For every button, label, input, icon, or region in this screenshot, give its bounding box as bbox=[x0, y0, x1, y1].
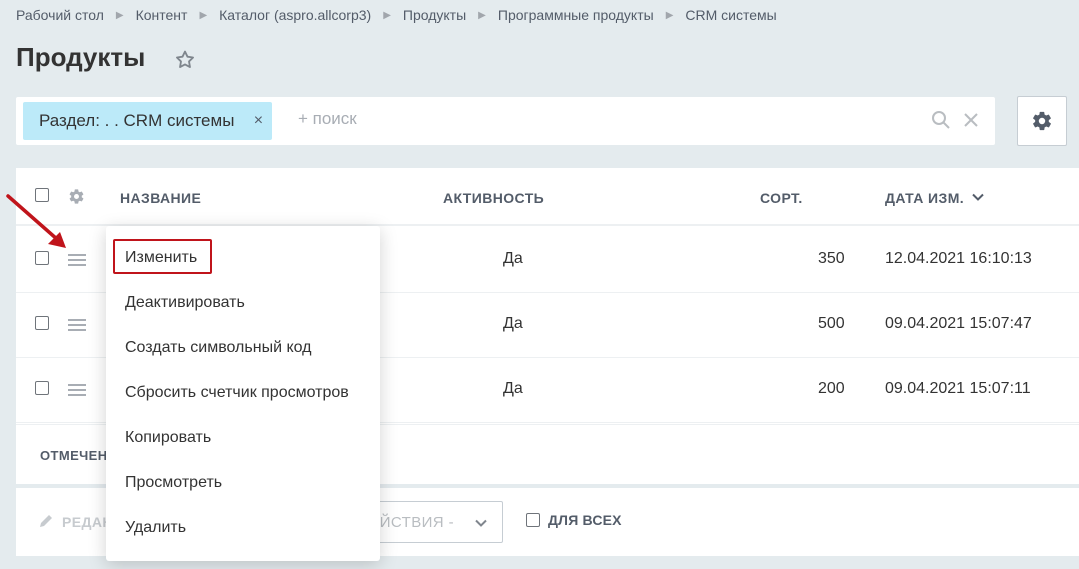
row-active: Да bbox=[503, 250, 523, 267]
row-context-menu: Изменить Деактивировать Создать символьн… bbox=[106, 226, 380, 561]
breadcrumb-separator-icon: ▶ bbox=[115, 9, 124, 21]
filter-chip-label: Раздел: . . CRM системы bbox=[39, 111, 235, 130]
menu-item-copy[interactable]: Копировать bbox=[125, 429, 211, 447]
chevron-down-icon bbox=[475, 519, 487, 527]
breadcrumb-item[interactable]: Продукты bbox=[403, 7, 466, 23]
breadcrumb-separator-icon: ▶ bbox=[665, 9, 674, 21]
menu-item-delete[interactable]: Удалить bbox=[125, 519, 186, 537]
edit-action-button[interactable]: РЕДАК bbox=[62, 514, 111, 530]
column-header-name[interactable]: НАЗВАНИЕ bbox=[120, 190, 201, 206]
breadcrumb-item[interactable]: CRM системы bbox=[685, 7, 776, 23]
for-all-toggle[interactable]: ДЛЯ ВСЕХ bbox=[526, 512, 622, 528]
row-sort: 200 bbox=[818, 380, 845, 397]
row-sort: 350 bbox=[818, 250, 845, 267]
menu-item-edit[interactable]: Изменить bbox=[125, 249, 197, 267]
breadcrumb-item[interactable]: Рабочий стол bbox=[16, 7, 104, 23]
menu-item-create-code[interactable]: Создать символьный код bbox=[125, 339, 312, 357]
breadcrumb-item[interactable]: Каталог (aspro.allcorp3) bbox=[219, 7, 371, 23]
row-date: 12.04.2021 16:10:13 bbox=[885, 250, 1032, 267]
menu-icon[interactable] bbox=[68, 319, 86, 331]
filter-search-bar[interactable]: Раздел: . . CRM системы × + поиск bbox=[16, 97, 995, 145]
arrow-annotation bbox=[6, 194, 66, 248]
actions-select-value: ЕЙСТВИЯ - bbox=[369, 514, 454, 531]
search-input[interactable]: + поиск bbox=[298, 109, 357, 129]
column-header-active[interactable]: АКТИВНОСТЬ bbox=[443, 190, 544, 206]
page-title: Продукты bbox=[16, 42, 146, 72]
gear-icon bbox=[1033, 111, 1051, 131]
marked-label: ОТМЕЧЕН bbox=[40, 448, 108, 463]
for-all-label: ДЛЯ ВСЕХ bbox=[548, 512, 622, 528]
row-sort: 500 bbox=[818, 315, 845, 332]
breadcrumb-item[interactable]: Контент bbox=[136, 7, 188, 23]
breadcrumb-separator-icon: ▶ bbox=[478, 9, 486, 21]
filter-chip[interactable]: Раздел: . . CRM системы × bbox=[23, 102, 273, 140]
chevron-down-icon[interactable] bbox=[971, 190, 985, 204]
star-icon[interactable] bbox=[174, 49, 196, 71]
for-all-checkbox[interactable] bbox=[526, 513, 540, 527]
breadcrumb-item[interactable]: Программные продукты bbox=[498, 7, 654, 23]
clear-icon[interactable] bbox=[961, 110, 981, 130]
settings-button[interactable] bbox=[1017, 96, 1067, 146]
row-active: Да bbox=[503, 315, 523, 332]
breadcrumb-separator-icon: ▶ bbox=[199, 9, 208, 21]
row-date: 09.04.2021 15:07:47 bbox=[885, 315, 1032, 332]
search-icon[interactable] bbox=[931, 110, 951, 130]
column-header-sort[interactable]: СОРТ. bbox=[760, 190, 803, 206]
grid-header: НАЗВАНИЕ АКТИВНОСТЬ СОРТ. ДАТА ИЗМ. bbox=[16, 168, 1079, 226]
row-checkbox[interactable] bbox=[35, 316, 49, 330]
close-icon[interactable]: × bbox=[250, 102, 266, 140]
row-active: Да bbox=[503, 380, 523, 397]
menu-item-reset-counter[interactable]: Сбросить счетчик просмотров bbox=[125, 384, 349, 402]
menu-item-view[interactable]: Просмотреть bbox=[125, 474, 222, 492]
row-checkbox[interactable] bbox=[35, 381, 49, 395]
breadcrumb-separator-icon: ▶ bbox=[383, 9, 391, 21]
pencil-icon bbox=[40, 515, 52, 527]
menu-item-deactivate[interactable]: Деактивировать bbox=[125, 294, 245, 312]
menu-icon[interactable] bbox=[68, 384, 86, 396]
column-header-date[interactable]: ДАТА ИЗМ. bbox=[885, 190, 964, 206]
breadcrumb: Рабочий стол ▶ Контент ▶ Каталог (aspro.… bbox=[16, 7, 777, 23]
row-date: 09.04.2021 15:07:11 bbox=[885, 380, 1031, 397]
